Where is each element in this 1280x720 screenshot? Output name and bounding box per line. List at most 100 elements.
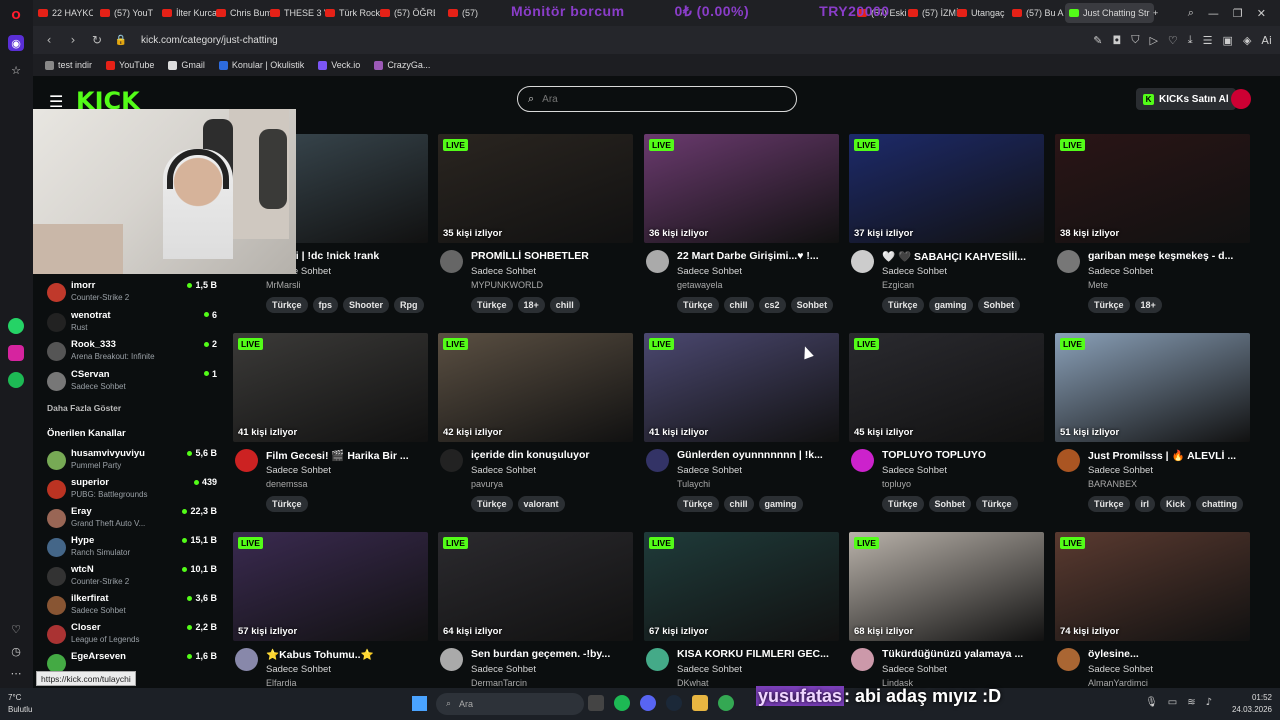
streamer-avatar[interactable] xyxy=(440,449,463,472)
stream-tag[interactable]: chill xyxy=(723,297,754,313)
stream-tag[interactable]: chill xyxy=(723,496,754,512)
minimize-icon[interactable]: — xyxy=(1208,7,1219,20)
streamer-name[interactable]: Ezgican xyxy=(882,280,914,290)
stream-card[interactable]: LIVE 36 kişi izliyor 22 Mart Darbe Girişim… xyxy=(644,134,839,324)
stream-card[interactable]: LIVE 68 kişi izliyor Tükürdüğünüzü yalamay… xyxy=(849,532,1044,688)
stream-tag[interactable]: Türkçe xyxy=(677,496,719,512)
stream-tag[interactable]: Türkçe xyxy=(882,496,924,512)
streamer-name[interactable]: Mete xyxy=(1088,280,1108,290)
wallet-icon[interactable]: ◈ xyxy=(1243,34,1251,47)
streamer-name[interactable]: AlmanYardimci xyxy=(1088,678,1148,688)
stream-tag[interactable]: Türkçe xyxy=(677,297,719,313)
bookmark-item[interactable]: Veck.io xyxy=(318,60,360,70)
stream-title[interactable]: PROMİLLİ SOHBETLER xyxy=(471,250,633,262)
stream-card[interactable]: LIVE 45 kişi izliyor TOPLUYO TOPLUYO Sadece… xyxy=(849,333,1044,523)
stream-tag[interactable]: Kick xyxy=(1160,496,1192,512)
stream-tag[interactable]: Türkçe xyxy=(471,496,513,512)
buy-kicks-button[interactable]: K KICKs Satın Al xyxy=(1136,88,1236,110)
stream-category[interactable]: Sadece Sohbet xyxy=(266,465,331,476)
stream-category[interactable]: Sadece Sohbet xyxy=(471,465,536,476)
stream-title[interactable]: ⭐Kabus Tohumu..⭐ xyxy=(266,648,428,661)
browser-tab[interactable]: (57) YouT xyxy=(100,3,153,23)
stream-thumbnail[interactable]: LIVE 74 kişi izliyor xyxy=(1055,532,1250,641)
stream-tag[interactable]: valorant xyxy=(517,496,565,512)
stream-tag[interactable]: Türkçe xyxy=(471,297,513,313)
stream-tag[interactable]: chill xyxy=(549,297,580,313)
browser-tab[interactable]: (57) ÖĞRE xyxy=(380,3,435,23)
windows-start-icon[interactable] xyxy=(412,696,427,711)
volume-icon[interactable]: ♪ xyxy=(1206,697,1212,708)
streamer-avatar[interactable] xyxy=(235,449,258,472)
stream-thumbnail[interactable]: LIVE 37 kişi izliyor xyxy=(849,134,1044,243)
sidebar-channel[interactable]: superior PUBG: Battlegrounds 439 xyxy=(47,477,217,503)
streamer-name[interactable]: DermanTarcin xyxy=(471,678,527,688)
stream-card[interactable]: LIVE 67 kişi izliyor KISA KORKU FILMLERI G… xyxy=(644,532,839,688)
stream-category[interactable]: Sadece Sohbet xyxy=(882,266,947,277)
stream-tag[interactable]: chatting xyxy=(1196,496,1244,512)
edit-icon[interactable]: ✎ xyxy=(1093,34,1102,47)
stream-category[interactable]: Sadece Sohbet xyxy=(1088,266,1153,277)
stream-card[interactable]: LIVE 42 kişi izliyor içeride din konuşuluy… xyxy=(438,333,633,523)
stream-thumbnail[interactable]: LIVE 38 kişi izliyor xyxy=(1055,134,1250,243)
streamer-name[interactable]: pavurya xyxy=(471,479,503,489)
browser-tab[interactable]: Utangaç xyxy=(957,3,1005,23)
browser-tab[interactable]: Türk Rock xyxy=(325,3,380,23)
search-input[interactable] xyxy=(542,93,763,105)
streamer-name[interactable]: DKwhat xyxy=(677,678,709,688)
stream-title[interactable]: gariban meşe keşmekeş - d... xyxy=(1088,250,1250,262)
streamer-name[interactable]: Tulaychi xyxy=(677,479,710,489)
stream-category[interactable]: Sadece Sohbet xyxy=(882,664,947,675)
stream-tag[interactable]: Türkçe xyxy=(1088,297,1130,313)
sidebar-channel[interactable]: wenotrat Rust 6 xyxy=(47,310,217,336)
history-icon[interactable]: ◷ xyxy=(8,643,24,659)
streamer-avatar[interactable] xyxy=(235,648,258,671)
camera-icon[interactable]: ◘ xyxy=(1112,34,1121,47)
browser-tab[interactable]: Just Chatting Str xyxy=(1065,3,1154,23)
stream-category[interactable]: Sadece Sohbet xyxy=(1088,664,1153,675)
ai-icon[interactable]: Ai xyxy=(1261,34,1272,47)
steam-icon[interactable] xyxy=(666,695,682,711)
sidebar-channel[interactable]: Eray Grand Theft Auto V... 22,3 B xyxy=(47,506,217,532)
stream-title[interactable]: 22 Mart Darbe Girişimi...♥ !... xyxy=(677,250,839,262)
sidebar-channel[interactable]: ilkerfirat Sadece Sohbet 3,6 B xyxy=(47,593,217,619)
show-more-link[interactable]: Daha Fazla Göster xyxy=(47,403,121,413)
stream-title[interactable]: Sen burdan geçemen. -!by... xyxy=(471,648,633,660)
streamer-avatar[interactable] xyxy=(851,648,874,671)
download-icon[interactable]: ⤓ xyxy=(1188,33,1193,47)
stream-tag[interactable]: Rpg xyxy=(394,297,424,313)
shield-icon[interactable]: ⛉ xyxy=(1131,33,1139,47)
streamer-name[interactable]: topluyo xyxy=(882,479,911,489)
whatsapp-icon[interactable] xyxy=(8,318,24,334)
stream-card[interactable]: LIVE 38 kişi izliyor gariban meşe keşmekeş… xyxy=(1055,134,1250,324)
stream-tag[interactable]: fps xyxy=(312,297,339,313)
stream-title[interactable]: 🤍 🖤 SABAHÇI KAHVESİİİ... xyxy=(882,250,1044,263)
stream-thumbnail[interactable]: LIVE 42 kişi izliyor xyxy=(438,333,633,442)
back-icon[interactable]: ‹ xyxy=(41,33,57,47)
stream-thumbnail[interactable]: LIVE 35 kişi izliyor xyxy=(438,134,633,243)
battery-icon[interactable]: ▭ xyxy=(1168,697,1177,708)
stream-tag[interactable]: Sohbet xyxy=(790,297,834,313)
browser-tab[interactable]: (57) xyxy=(448,3,478,23)
stream-tag[interactable]: Türkçe xyxy=(266,297,308,313)
stream-tag[interactable]: Türkçe xyxy=(266,496,308,512)
stream-thumbnail[interactable]: LIVE 41 kişi izliyor xyxy=(233,333,428,442)
stream-title[interactable]: içeride din konuşuluyor xyxy=(471,449,633,461)
stream-thumbnail[interactable]: LIVE 45 kişi izliyor xyxy=(849,333,1044,442)
stream-category[interactable]: Sadece Sohbet xyxy=(677,465,742,476)
stream-thumbnail[interactable]: LIVE 57 kişi izliyor xyxy=(233,532,428,641)
browser-tab[interactable]: (57) Bu A xyxy=(1012,3,1064,23)
stream-title[interactable]: Film Gecesi! 🎬 Harika Bir ... xyxy=(266,449,428,462)
reload-icon[interactable]: ↻ xyxy=(89,33,105,47)
stream-tag[interactable]: gaming xyxy=(758,496,803,512)
streamer-name[interactable]: Elfardia xyxy=(266,678,297,688)
browser-tab[interactable]: İlter Kurca xyxy=(162,3,217,23)
search-box[interactable]: ⌕ xyxy=(517,86,797,112)
heart-icon[interactable]: ♡ xyxy=(1168,34,1178,47)
stream-card[interactable]: LIVE 41 kişi izliyor Günlerden oyunnnnnnn … xyxy=(644,333,839,523)
maximize-icon[interactable]: ❐ xyxy=(1233,7,1243,20)
more-icon[interactable]: ⋯ xyxy=(8,665,24,681)
stream-card[interactable]: LIVE 35 kişi izliyor PROMİLLİ SOHBETLER Sad… xyxy=(438,134,633,324)
spotify-icon[interactable] xyxy=(8,372,24,388)
task-view-icon[interactable] xyxy=(588,695,604,711)
streamer-name[interactable]: BARANBEX xyxy=(1088,479,1137,489)
